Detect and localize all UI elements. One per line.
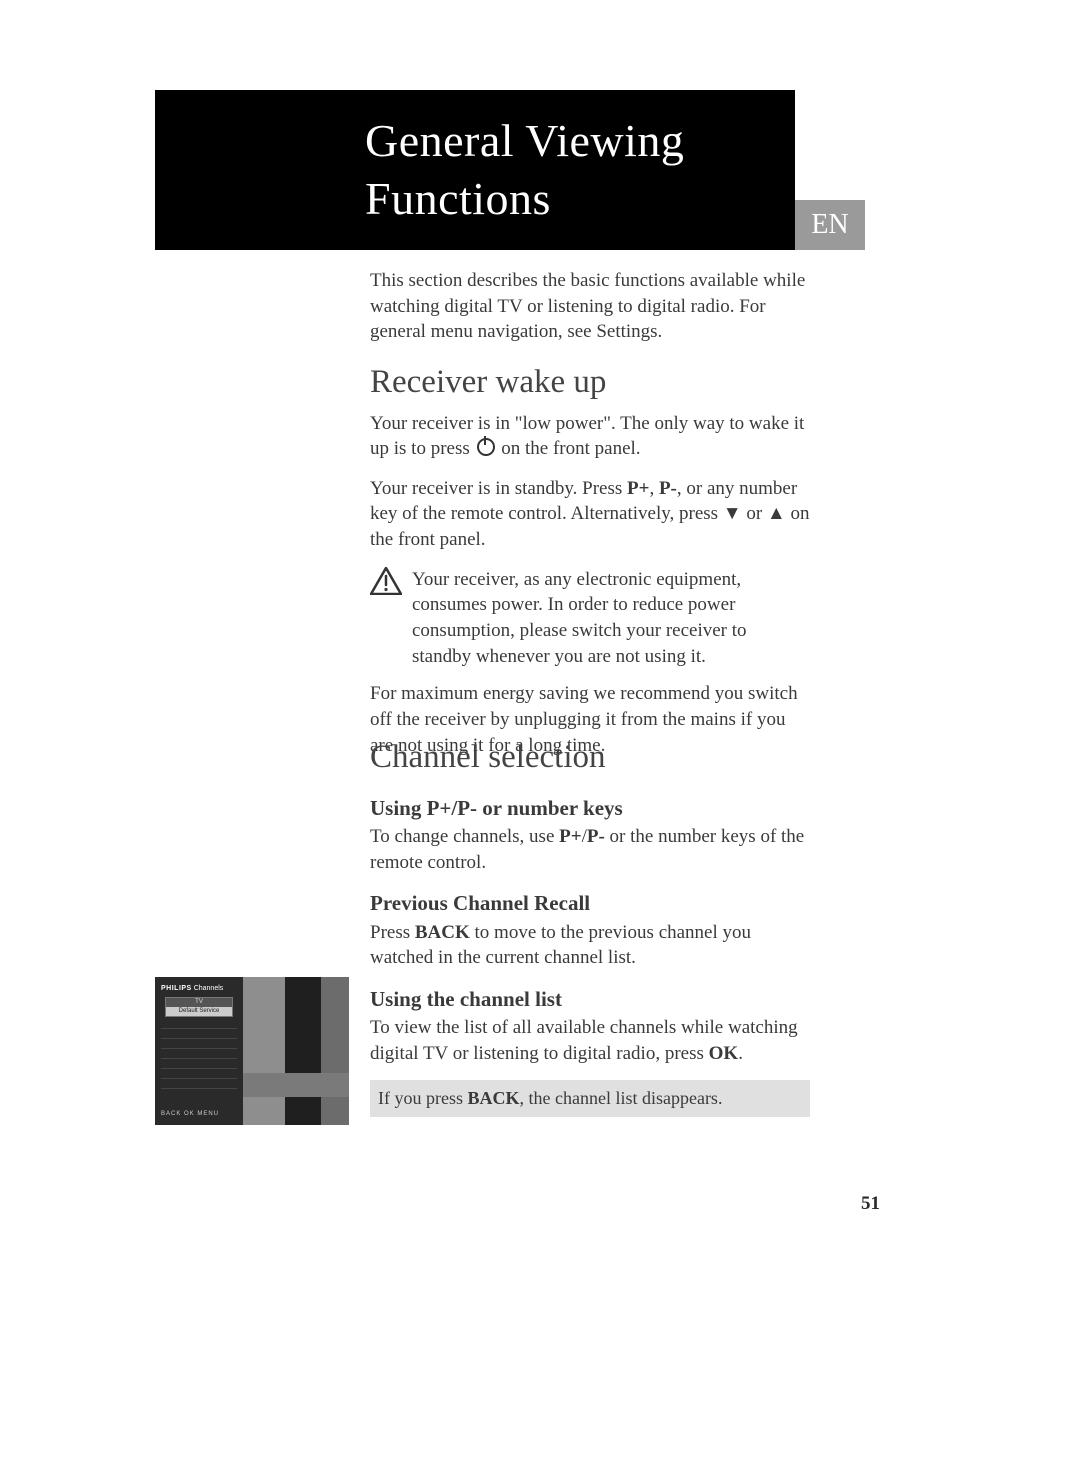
screenshot-footer-keys: BACK OK MENU — [161, 1111, 219, 1117]
brand-label: PHILIPS — [161, 985, 192, 992]
screenshot-list-rows — [161, 1019, 237, 1089]
tab-default-service: Default Service — [166, 1007, 232, 1016]
paragraph: To view the list of all available channe… — [370, 1015, 810, 1066]
subheading: Using P+/P- or number keys — [370, 794, 810, 822]
key-pplus: P+ — [559, 826, 581, 847]
paragraph: Your receiver is in "low power". The onl… — [370, 411, 810, 462]
list-row — [161, 1069, 237, 1079]
text: . — [738, 1043, 743, 1064]
key-pminus: P- — [659, 478, 677, 499]
intro-text: This section describes the basic functio… — [370, 268, 810, 345]
warning-block: Your receiver, as any electronic equipme… — [370, 567, 810, 670]
key-ok: OK — [709, 1043, 739, 1064]
page-number: 51 — [861, 1193, 880, 1215]
list-row — [161, 1079, 237, 1089]
warning-icon — [370, 567, 402, 595]
list-row — [161, 1019, 237, 1029]
section-heading: Channel selection — [370, 735, 810, 780]
chapter-title: General Viewing Functions — [365, 115, 684, 224]
key-back: BACK — [415, 922, 470, 943]
channel-list-screenshot: PHILIPS Channels TV Default Service BACK… — [155, 977, 349, 1125]
key-pplus: P+ — [627, 478, 649, 499]
text: on the front panel. — [501, 438, 640, 459]
list-row — [161, 1059, 237, 1069]
chapter-title-block: General Viewing Functions — [155, 90, 795, 250]
screenshot-tab: TV Default Service — [165, 997, 233, 1017]
manual-page: General Viewing Functions EN This sectio… — [0, 0, 1080, 1465]
language-tab: EN — [795, 200, 865, 250]
text: Your receiver is in standby. Press — [370, 478, 627, 499]
note-block: If you press BACK, the channel list disa… — [370, 1080, 810, 1116]
screenshot-bg-strip — [243, 1073, 349, 1097]
text: Press — [370, 922, 415, 943]
screenshot-header: PHILIPS Channels — [161, 985, 223, 992]
text: To change channels, use — [370, 826, 559, 847]
screenshot-bg-mid — [243, 977, 285, 1125]
section-heading: Receiver wake up — [370, 360, 810, 405]
list-row — [161, 1049, 237, 1059]
key-back: BACK — [467, 1088, 519, 1108]
brand-sublabel: Channels — [194, 985, 224, 992]
paragraph: To change channels, use P+/P- or the num… — [370, 824, 810, 875]
section-receiver-wake-up: Receiver wake up Your receiver is in "lo… — [370, 360, 810, 772]
subheading: Previous Channel Recall — [370, 889, 810, 917]
paragraph: Press BACK to move to the previous chann… — [370, 920, 810, 971]
power-icon — [477, 438, 495, 456]
language-code: EN — [811, 209, 848, 240]
section-channel-selection: Channel selection Using P+/P- or number … — [370, 735, 810, 1117]
text: , the channel list disappears. — [520, 1088, 723, 1108]
tab-tv: TV — [166, 998, 232, 1007]
text: If you press — [378, 1088, 467, 1108]
list-row — [161, 1029, 237, 1039]
list-row — [161, 1039, 237, 1049]
subheading: Using the channel list — [370, 985, 810, 1013]
paragraph: Your receiver is in standby. Press P+, P… — [370, 476, 810, 553]
warning-text: Your receiver, as any electronic equipme… — [412, 567, 810, 670]
text: , — [649, 478, 659, 499]
key-pminus: P- — [587, 826, 605, 847]
screenshot-bg-dark — [285, 977, 321, 1125]
intro-paragraph: This section describes the basic functio… — [370, 268, 810, 359]
